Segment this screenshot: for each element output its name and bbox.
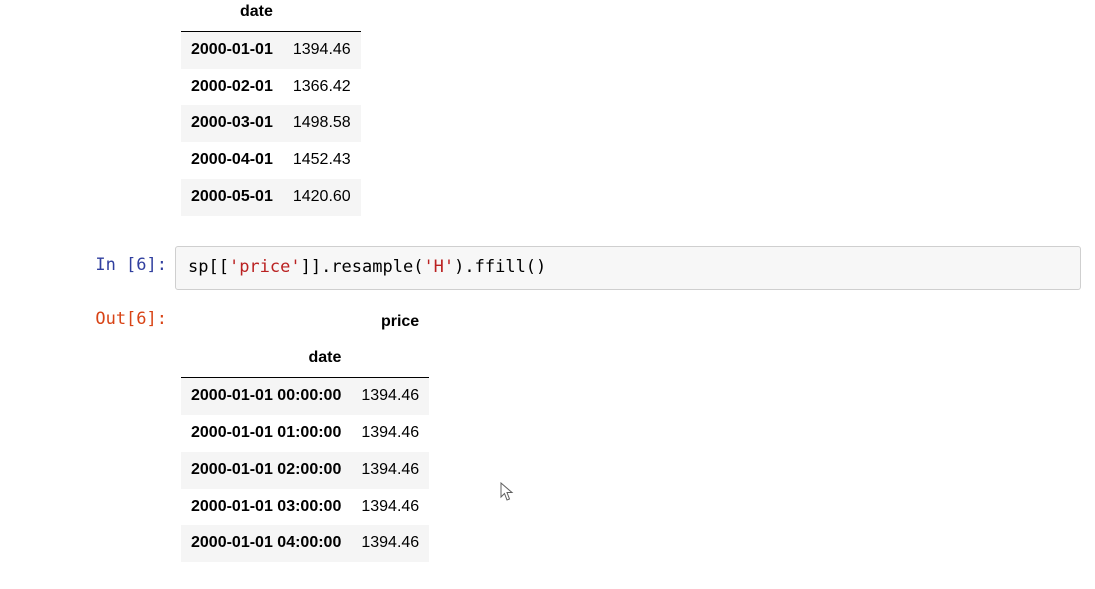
- input-area-6[interactable]: sp[['price']].resample('H').ffill(): [175, 246, 1095, 290]
- row-index: 2000-01-01 03:00:00: [181, 489, 351, 526]
- table-row: 2000-04-011452.43: [181, 142, 361, 179]
- code-fragment: sp[[: [188, 257, 229, 277]
- output-cell-prev: date 2000-01-011394.462000-02-011366.422…: [0, 0, 1095, 228]
- output-area-6: price date 2000-01-01 00:00:001394.46200…: [175, 300, 1095, 575]
- cell-value: 1366.42: [283, 69, 361, 106]
- row-index: 2000-02-01: [181, 69, 283, 106]
- output-cell-6: Out[6]: price date 2000-01-01 00:00:0013…: [0, 300, 1095, 575]
- input-prompt-6: In [6]:: [0, 246, 175, 278]
- table-row: 2000-01-01 00:00:001394.46: [181, 378, 429, 415]
- blank-header: [283, 0, 361, 31]
- code-input-6[interactable]: sp[['price']].resample('H').ffill(): [175, 246, 1081, 290]
- row-index: 2000-01-01 01:00:00: [181, 415, 351, 452]
- index-name-1: date: [181, 0, 283, 31]
- code-string-2: 'H': [423, 257, 454, 277]
- jupyter-notebook: date 2000-01-011394.462000-02-011366.422…: [0, 0, 1095, 574]
- dataframe-table-1: date 2000-01-011394.462000-02-011366.422…: [181, 0, 361, 216]
- dataframe-table-2: price date 2000-01-01 00:00:001394.46200…: [181, 304, 429, 563]
- table-row: 2000-03-011498.58: [181, 105, 361, 142]
- table-row: 2000-01-01 02:00:001394.46: [181, 452, 429, 489]
- code-cell-6: In [6]: sp[['price']].resample('H').ffil…: [0, 246, 1095, 290]
- table-row: 2000-01-01 03:00:001394.46: [181, 489, 429, 526]
- cell-value: 1394.46: [351, 452, 429, 489]
- table-row: 2000-05-011420.60: [181, 179, 361, 216]
- row-index: 2000-05-01: [181, 179, 283, 216]
- cell-value: 1394.46: [351, 378, 429, 415]
- table-row: 2000-01-01 01:00:001394.46: [181, 415, 429, 452]
- row-index: 2000-01-01: [181, 31, 283, 68]
- blank-corner: [181, 304, 351, 341]
- cell-value: 1394.46: [351, 489, 429, 526]
- code-string-1: 'price': [229, 257, 301, 277]
- output-prompt-6: Out[6]:: [0, 300, 175, 332]
- blank-header-2: [351, 340, 429, 377]
- cell-value: 1420.60: [283, 179, 361, 216]
- column-header-price: price: [351, 304, 429, 341]
- row-index: 2000-03-01: [181, 105, 283, 142]
- code-fragment: ]].resample(: [301, 257, 424, 277]
- index-name-2: date: [181, 340, 351, 377]
- prompt-empty: [0, 0, 175, 8]
- row-index: 2000-01-01 04:00:00: [181, 525, 351, 562]
- cell-value: 1394.46: [351, 525, 429, 562]
- row-index: 2000-04-01: [181, 142, 283, 179]
- table-row: 2000-01-011394.46: [181, 31, 361, 68]
- code-fragment: ).ffill(): [454, 257, 546, 277]
- cell-value: 1394.46: [283, 31, 361, 68]
- table-row: 2000-01-01 04:00:001394.46: [181, 525, 429, 562]
- cell-value: 1452.43: [283, 142, 361, 179]
- output-area-prev: date 2000-01-011394.462000-02-011366.422…: [175, 0, 1095, 228]
- cell-value: 1498.58: [283, 105, 361, 142]
- row-index: 2000-01-01 00:00:00: [181, 378, 351, 415]
- table-row: 2000-02-011366.42: [181, 69, 361, 106]
- row-index: 2000-01-01 02:00:00: [181, 452, 351, 489]
- cell-value: 1394.46: [351, 415, 429, 452]
